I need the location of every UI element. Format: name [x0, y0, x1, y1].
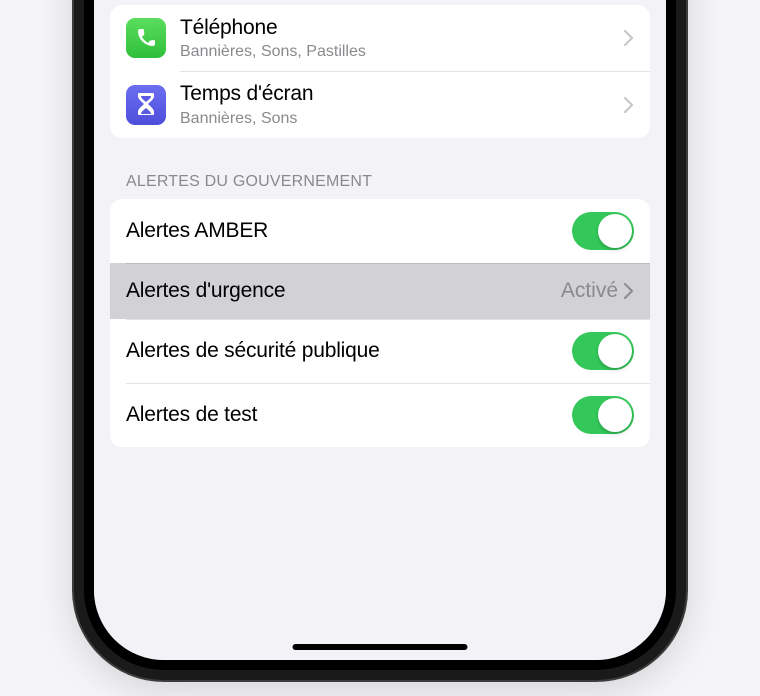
toggle-amber-alerts[interactable] [572, 212, 634, 250]
backdrop: Téléphone Bannières, Sons, Pastilles [0, 0, 760, 696]
row-label-wrap: Alertes d'urgence [126, 278, 561, 304]
phone-bezel: Téléphone Bannières, Sons, Pastilles [84, 0, 676, 670]
app-subtitle: Bannières, Sons [180, 109, 624, 128]
home-indicator[interactable] [293, 644, 468, 650]
row-public-safety-alerts[interactable]: Alertes de sécurité publique [110, 319, 650, 383]
section-header-government: ALERTES DU GOUVERNEMENT [94, 173, 666, 199]
phone-frame: Téléphone Bannières, Sons, Pastilles [74, 0, 686, 680]
phone-app-icon [126, 18, 166, 58]
row-label: Alertes de test [126, 402, 572, 428]
row-label: Alertes d'urgence [126, 278, 561, 304]
row-label: Alertes AMBER [126, 218, 572, 244]
app-row-telephone[interactable]: Téléphone Bannières, Sons, Pastilles [110, 5, 650, 71]
app-subtitle: Bannières, Sons, Pastilles [180, 42, 624, 61]
app-notifications-group: Téléphone Bannières, Sons, Pastilles [110, 5, 650, 138]
row-emergency-alerts[interactable]: Alertes d'urgence Activé [110, 263, 650, 319]
row-label-wrap: Alertes de sécurité publique [126, 338, 572, 364]
row-amber-alerts[interactable]: Alertes AMBER [110, 199, 650, 263]
row-label: Alertes de sécurité publique [126, 338, 572, 364]
app-title: Temps d'écran [180, 81, 624, 107]
phone-screen: Téléphone Bannières, Sons, Pastilles [94, 0, 666, 660]
chevron-right-icon [624, 283, 634, 299]
toggle-test-alerts[interactable] [572, 396, 634, 434]
hourglass-icon [135, 92, 157, 118]
row-label-wrap: Alertes de test [126, 402, 572, 428]
app-row-screentime[interactable]: Temps d'écran Bannières, Sons [110, 71, 650, 137]
app-title: Téléphone [180, 15, 624, 41]
row-label-wrap: Alertes AMBER [126, 218, 572, 244]
row-test-alerts[interactable]: Alertes de test [110, 383, 650, 447]
chevron-right-icon [624, 97, 634, 113]
app-row-main: Temps d'écran Bannières, Sons [180, 81, 624, 127]
government-alerts-group: Alertes AMBER Alertes d'urgence Activé [110, 199, 650, 447]
phone-icon [134, 26, 158, 50]
row-detail-value: Activé [561, 279, 618, 303]
toggle-public-safety-alerts[interactable] [572, 332, 634, 370]
screentime-app-icon [126, 85, 166, 125]
settings-content: Téléphone Bannières, Sons, Pastilles [94, 5, 666, 482]
chevron-right-icon [624, 30, 634, 46]
app-row-main: Téléphone Bannières, Sons, Pastilles [180, 15, 624, 61]
